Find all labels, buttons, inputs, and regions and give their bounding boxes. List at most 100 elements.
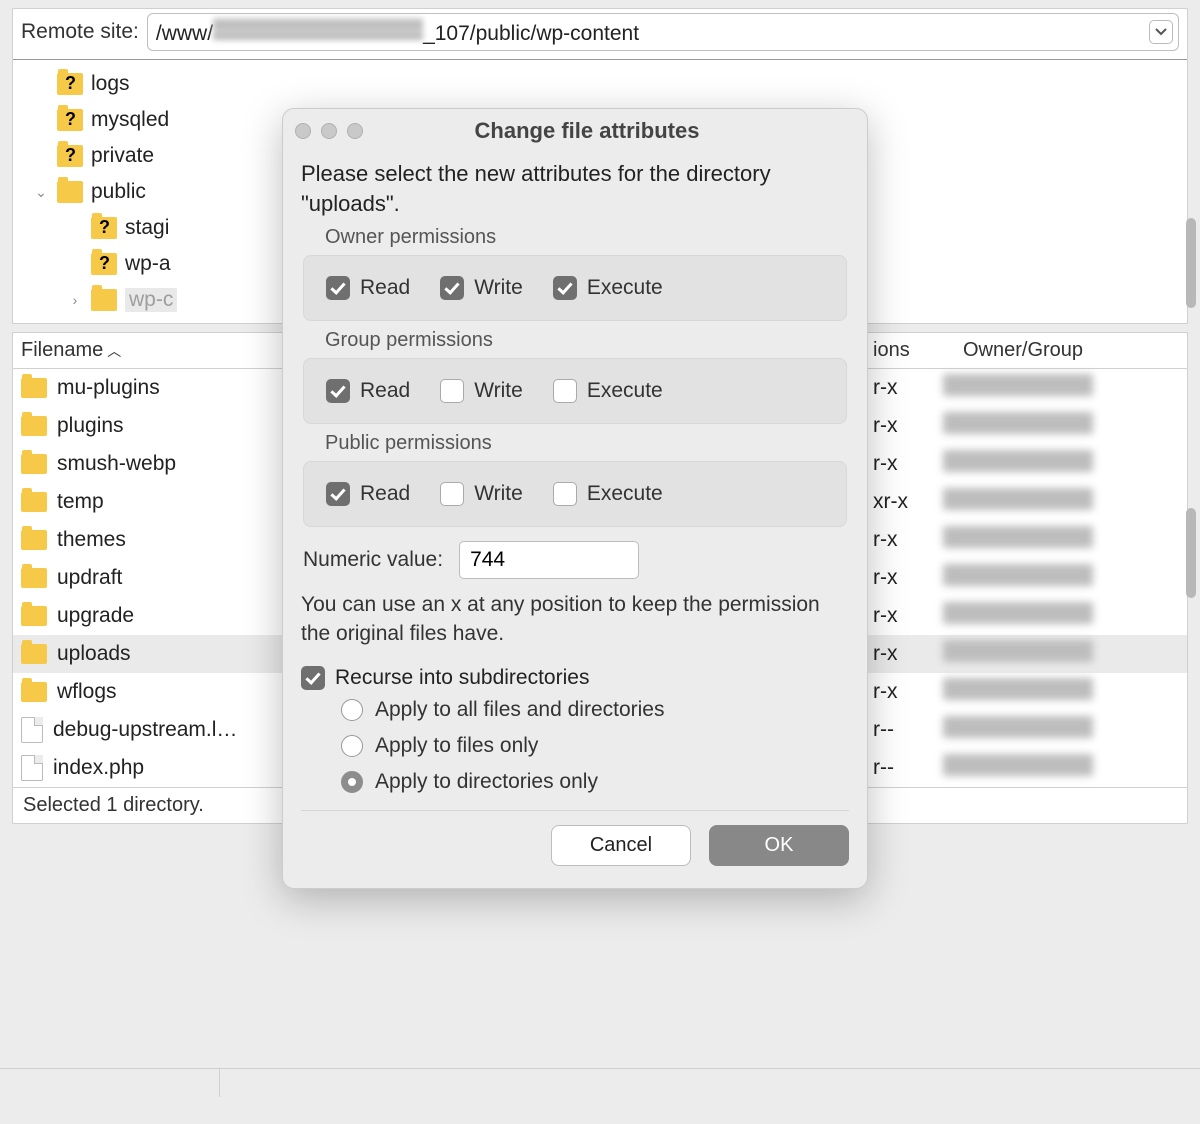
folder-icon [57, 181, 83, 203]
tree-item-label: public [91, 180, 146, 204]
checkbox-label: Write [474, 276, 523, 300]
owner-redacted [943, 640, 1093, 662]
remote-path-dropdown-button[interactable] [1149, 20, 1173, 44]
folder-icon [21, 492, 47, 512]
file-name: smush-webp [57, 452, 176, 476]
remote-path-prefix: /www/ [156, 22, 213, 45]
tree-item-label: wp-a [125, 252, 171, 276]
column-permissions-header[interactable]: ions [873, 339, 963, 362]
checkbox-label: Execute [587, 482, 663, 506]
file-name: uploads [57, 642, 131, 666]
dialog-title: Change file attributes [373, 118, 801, 144]
owner-redacted [943, 526, 1093, 548]
owner-execute-checkbox[interactable] [553, 276, 577, 300]
tree-item-label: private [91, 144, 154, 168]
folder-icon [21, 378, 47, 398]
public-write-checkbox[interactable] [440, 482, 464, 506]
checkbox-label: Execute [587, 379, 663, 403]
file-name: themes [57, 528, 126, 552]
checkbox-label: Read [360, 379, 410, 403]
folder-icon [57, 145, 83, 167]
ok-button[interactable]: OK [709, 825, 849, 866]
folder-icon [21, 416, 47, 436]
change-attributes-dialog: Change file attributes Please select the… [282, 108, 868, 889]
minimize-window-button[interactable] [321, 123, 337, 139]
checkbox-label: Read [360, 482, 410, 506]
owner-read-checkbox[interactable] [326, 276, 350, 300]
dialog-intro: Please select the new attributes for the… [301, 159, 849, 218]
owner-redacted [943, 488, 1093, 510]
apply-all-radio[interactable] [341, 699, 363, 721]
folder-icon [57, 109, 83, 131]
checkbox-label: Execute [587, 276, 663, 300]
file-permissions: r-x [873, 566, 943, 590]
tree-scrollbar[interactable] [1186, 218, 1196, 308]
tree-item-label: wp-c [125, 288, 177, 312]
tree-item-label: logs [91, 72, 130, 96]
file-permissions: r-x [873, 414, 943, 438]
owner-permissions-label: Owner permissions [325, 226, 849, 249]
cancel-button[interactable]: Cancel [551, 825, 691, 866]
checkbox-label: Write [474, 482, 523, 506]
tree-item-label: mysqled [91, 108, 169, 132]
tree-item[interactable]: logs [13, 66, 1187, 102]
owner-redacted [943, 754, 1093, 776]
column-filename-header[interactable]: Filename [21, 339, 103, 362]
column-owner-header[interactable]: Owner/Group [963, 339, 1083, 362]
file-permissions: r-x [873, 604, 943, 628]
close-window-button[interactable] [295, 123, 311, 139]
public-read-checkbox[interactable] [326, 482, 350, 506]
chevron-down-icon[interactable]: ⌄ [33, 184, 49, 200]
folder-icon [21, 682, 47, 702]
chevron-right-icon[interactable]: › [67, 292, 83, 308]
checkbox-label: Write [474, 379, 523, 403]
group-execute-checkbox[interactable] [553, 379, 577, 403]
folder-icon [21, 644, 47, 664]
apply-dirs-label: Apply to directories only [375, 770, 598, 794]
owner-redacted [943, 450, 1093, 472]
file-name: mu-plugins [57, 376, 160, 400]
owner-redacted [943, 564, 1093, 586]
file-icon [21, 755, 43, 781]
tree-item-label: stagi [125, 216, 169, 240]
owner-write-checkbox[interactable] [440, 276, 464, 300]
folder-icon [57, 73, 83, 95]
file-permissions: xr-x [873, 490, 943, 514]
apply-dirs-radio[interactable] [341, 771, 363, 793]
owner-redacted [943, 716, 1093, 738]
file-name: temp [57, 490, 104, 514]
remote-path-suffix: _107/public/wp-content [423, 22, 639, 45]
recurse-checkbox[interactable] [301, 666, 325, 690]
sort-ascending-icon: ︿ [107, 341, 121, 361]
folder-icon [21, 606, 47, 626]
owner-redacted [943, 602, 1093, 624]
file-permissions: r-x [873, 452, 943, 476]
file-permissions: r-- [873, 718, 943, 742]
apply-files-radio[interactable] [341, 735, 363, 757]
file-name: wflogs [57, 680, 117, 704]
folder-icon [91, 217, 117, 239]
file-name: upgrade [57, 604, 134, 628]
group-read-checkbox[interactable] [326, 379, 350, 403]
numeric-help-text: You can use an x at any position to keep… [301, 591, 849, 648]
folder-icon [91, 289, 117, 311]
numeric-value-input[interactable] [459, 541, 639, 579]
file-permissions: r-x [873, 376, 943, 400]
public-execute-checkbox[interactable] [553, 482, 577, 506]
owner-redacted [943, 678, 1093, 700]
file-name: plugins [57, 414, 124, 438]
file-permissions: r-x [873, 642, 943, 666]
folder-icon [21, 530, 47, 550]
owner-redacted [943, 412, 1093, 434]
remote-path-input[interactable]: /www/ _107/public/wp-content [147, 13, 1179, 51]
zoom-window-button[interactable] [347, 123, 363, 139]
public-permissions-label: Public permissions [325, 432, 849, 455]
list-scrollbar[interactable] [1186, 508, 1196, 598]
numeric-value-label: Numeric value: [303, 548, 443, 572]
group-permissions-label: Group permissions [325, 329, 849, 352]
file-icon [21, 717, 43, 743]
redacted-path-segment [213, 18, 423, 40]
apply-all-label: Apply to all files and directories [375, 698, 664, 722]
group-write-checkbox[interactable] [440, 379, 464, 403]
file-name: index.php [53, 756, 144, 780]
